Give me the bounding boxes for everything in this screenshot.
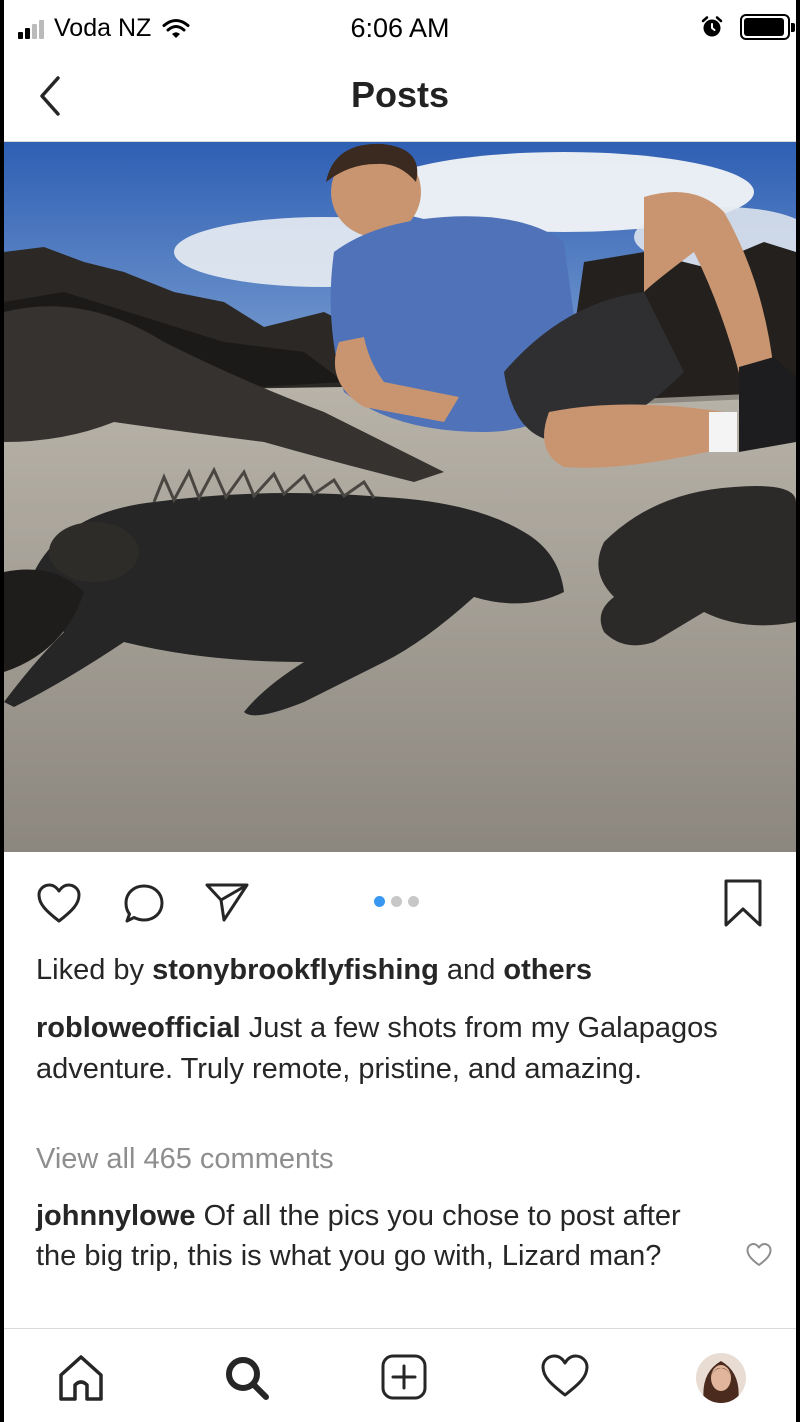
heart-icon[interactable]: [36, 882, 82, 924]
profile-avatar[interactable]: [696, 1353, 746, 1403]
bottom-tab-bar: [4, 1328, 796, 1422]
carousel-dot: [391, 896, 402, 907]
share-icon[interactable]: [204, 880, 250, 924]
liker-username[interactable]: stonybrookflyfishing: [152, 954, 439, 986]
post-photo[interactable]: [4, 142, 796, 852]
nav-bar: Posts: [4, 56, 796, 142]
activity-heart-icon[interactable]: [540, 1353, 590, 1399]
battery-fill: [744, 18, 784, 36]
home-icon[interactable]: [56, 1353, 106, 1403]
likes-prefix: Liked by: [36, 954, 153, 986]
phone-screen: Voda NZ 6:06 AM Posts Liked by stonybroo…: [4, 0, 796, 1422]
bookmark-icon[interactable]: [722, 878, 764, 928]
search-icon[interactable]: [222, 1353, 272, 1403]
status-right: [700, 14, 795, 40]
status-bar: Voda NZ 6:06 AM: [4, 0, 796, 56]
avatar-image: [696, 1353, 746, 1403]
carousel-dot: [408, 896, 419, 907]
battery-tip: [791, 23, 795, 32]
comment-username[interactable]: johnnylowe: [36, 1200, 196, 1232]
likes-line: Liked by stonybrookflyfishing and others: [36, 954, 592, 987]
view-all-comments-link[interactable]: View all 465 comments: [36, 1143, 334, 1176]
add-post-icon[interactable]: [380, 1353, 428, 1401]
top-comment: johnnylowe Of all the pics you chose to …: [36, 1196, 716, 1276]
alarm-icon: [701, 16, 723, 37]
page-title: Posts: [350, 74, 450, 115]
comment-icon[interactable]: [122, 882, 166, 926]
carousel-indicator: [374, 896, 425, 907]
caption-username[interactable]: robloweofficial: [36, 1012, 241, 1044]
comment-heart-icon[interactable]: [745, 1242, 773, 1268]
carousel-dot: [374, 896, 385, 907]
status-time: 6:06 AM: [350, 13, 450, 43]
likes-middle: and: [438, 954, 504, 986]
battery-icon: [740, 14, 795, 40]
post-caption: robloweofficial Just a few shots from my…: [36, 1008, 756, 1090]
photo-illustration: [4, 142, 796, 852]
likes-others-link[interactable]: others: [503, 954, 592, 986]
